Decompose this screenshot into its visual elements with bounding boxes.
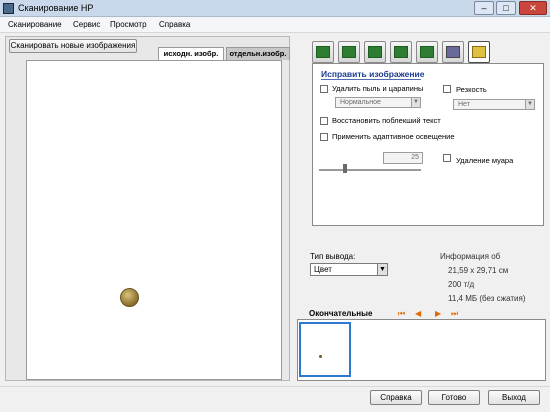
info-dpi: 200 т/д xyxy=(448,280,475,289)
fix-image-panel: Исправить изображение Удалить пыль и цар… xyxy=(312,63,544,226)
sharpness-label: Резкость xyxy=(456,85,487,94)
chevron-down-icon: ▼ xyxy=(377,264,387,275)
maximize-button[interactable]: □ xyxy=(496,1,516,15)
color-tool-icon[interactable] xyxy=(442,41,464,63)
first-page-icon[interactable]: ⏮ xyxy=(398,309,405,319)
final-image-thumbnail[interactable] xyxy=(299,322,351,377)
info-label: Информация об xyxy=(440,252,501,261)
crop-tool-icon[interactable] xyxy=(364,41,386,63)
exit-button[interactable]: Выход xyxy=(488,390,540,405)
close-button[interactable]: ✕ xyxy=(519,1,547,15)
dust-checkbox[interactable] xyxy=(320,85,328,93)
resize-tool-icon[interactable] xyxy=(338,41,360,63)
final-images-strip xyxy=(297,319,546,381)
moire-checkbox[interactable] xyxy=(443,154,451,162)
last-page-icon[interactable]: ⏭ xyxy=(451,309,458,319)
menu-bar: Сканирование Сервис Просмотр Справка xyxy=(0,17,550,33)
help-button[interactable]: Справка xyxy=(370,390,422,405)
magic-wand-tool-icon[interactable] xyxy=(468,41,490,63)
dust-level-value: Нормальное xyxy=(340,99,381,106)
slider-thumb[interactable] xyxy=(343,164,347,173)
menu-view[interactable]: Просмотр xyxy=(110,20,147,29)
adaptive-light-slider[interactable] xyxy=(319,169,421,171)
chevron-down-icon: ▼ xyxy=(525,100,534,109)
adaptive-light-label: Применить адаптивное освещение xyxy=(332,132,455,141)
thumbnail-coin xyxy=(319,355,322,358)
prev-page-icon[interactable]: ◀ xyxy=(415,309,421,318)
output-type-value: Цвет xyxy=(314,265,332,274)
minimize-button[interactable]: – xyxy=(474,1,494,15)
sharpness-value: Нет xyxy=(458,101,470,108)
restore-text-label: Восстановить поблекший текст xyxy=(332,116,441,125)
output-type-select[interactable]: Цвет ▼ xyxy=(310,263,388,276)
title-underline xyxy=(321,79,421,80)
title-bar: Сканирование HP – □ ✕ xyxy=(0,0,550,17)
adjust-tool-icon[interactable] xyxy=(390,41,412,63)
menu-service[interactable]: Сервис xyxy=(73,20,100,29)
scan-preview-area[interactable] xyxy=(26,60,282,380)
final-label: Окончательные xyxy=(309,309,373,318)
output-tool-icon[interactable] xyxy=(416,41,438,63)
restore-text-checkbox[interactable] xyxy=(320,117,328,125)
panel-title: Исправить изображение xyxy=(321,69,425,79)
menu-help[interactable]: Справка xyxy=(159,20,190,29)
adaptive-light-value: 25 xyxy=(411,154,419,161)
output-type-label: Тип вывода: xyxy=(310,252,356,261)
done-button[interactable]: Готово xyxy=(428,390,480,405)
tab-separate[interactable]: отдельн.изобр. xyxy=(226,47,290,60)
final-images-header: Окончательные ⏮ ◀ ▶ ⏭ xyxy=(297,309,546,319)
menu-scan[interactable]: Сканирование xyxy=(8,20,62,29)
moire-label: Удаление муара xyxy=(456,156,514,165)
next-page-icon[interactable]: ▶ xyxy=(435,309,441,318)
tab-original[interactable]: исходн. изобр. xyxy=(158,47,224,60)
adaptive-light-spinner[interactable]: 25 xyxy=(383,152,423,164)
sharpness-select[interactable]: Нет ▼ xyxy=(453,99,535,110)
chevron-down-icon: ▼ xyxy=(411,98,420,107)
info-filesize: 11,4 МБ (без сжатия) xyxy=(448,294,526,303)
dust-level-select[interactable]: Нормальное ▼ xyxy=(335,97,421,108)
scanner-app-icon xyxy=(3,3,14,14)
scanned-coin-image xyxy=(120,288,139,307)
bottom-bar: Справка Готово Выход xyxy=(0,386,550,412)
adaptive-light-checkbox[interactable] xyxy=(320,133,328,141)
image-type-tool-icon[interactable] xyxy=(312,41,334,63)
window-title: Сканирование HP xyxy=(18,3,94,13)
scan-new-button[interactable]: Сканировать новые изображения xyxy=(9,39,137,53)
info-size: 21,59 x 29,71 см xyxy=(448,266,509,275)
dust-label: Удалить пыль и царапины xyxy=(332,84,424,93)
sharpness-checkbox[interactable] xyxy=(443,85,451,93)
preview-pane: Сканировать новые изображения исходн. из… xyxy=(5,36,290,381)
